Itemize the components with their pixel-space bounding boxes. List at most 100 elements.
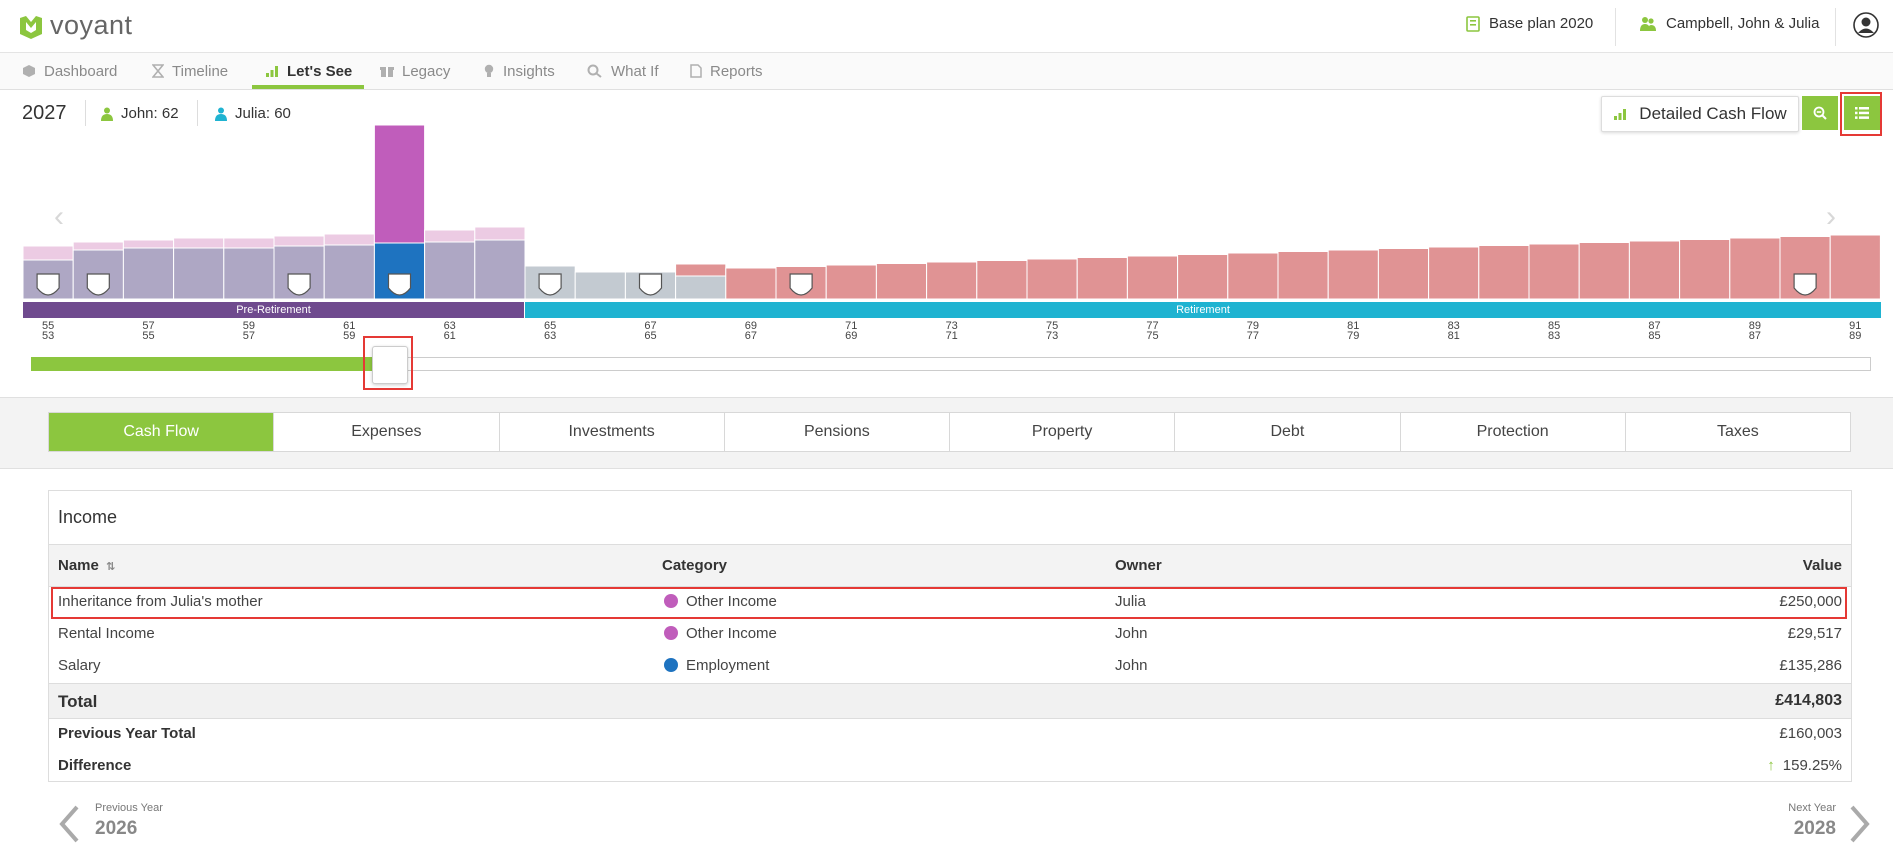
tab-legacy[interactable]: Legacy (380, 53, 450, 89)
chart-bar-shortfall[interactable] (675, 263, 727, 277)
prev-year-label: Previous Year (95, 802, 163, 814)
chart-bar-shortfall[interactable] (1177, 254, 1229, 300)
chart-bar-income[interactable] (323, 244, 375, 300)
col-name-header[interactable]: Name ⇅ (58, 557, 115, 574)
tab-insights[interactable]: Insights (483, 53, 555, 89)
col-category-header[interactable]: Category (662, 557, 727, 574)
tab-label: What If (611, 62, 659, 80)
chart-bar-surplus[interactable] (72, 241, 124, 251)
table-row[interactable]: Salary Employment John £135,286 (49, 650, 1851, 682)
chart-bar-surplus[interactable] (22, 245, 74, 261)
chart-bar-shortfall[interactable] (926, 261, 978, 300)
tab-label: Let's See (287, 62, 353, 80)
age-label: 55 53 (33, 321, 63, 342)
difference-row: Difference ↑ 159.25% (49, 750, 1851, 782)
age-label: 83 81 (1439, 321, 1469, 342)
chart-bar-shortfall[interactable] (1327, 249, 1379, 300)
plan-selector[interactable]: Base plan 2020 (1466, 15, 1593, 32)
chart-bar-shortfall[interactable] (1076, 257, 1128, 300)
category-dot-icon (664, 626, 678, 640)
chevron-right-icon (1850, 805, 1870, 843)
chart-bar-shortfall[interactable] (1377, 248, 1430, 300)
tab-property[interactable]: Property (950, 413, 1176, 451)
chart-bar-surplus[interactable] (323, 233, 375, 246)
tab-pensions[interactable]: Pensions (725, 413, 950, 451)
chart-bar-income[interactable] (474, 239, 526, 300)
age-label: 71 69 (836, 321, 866, 342)
voyant-logo[interactable]: voyant (18, 10, 133, 41)
tab-reports[interactable]: Reports (690, 53, 763, 89)
tab-label: Dashboard (44, 62, 118, 80)
chart-bar-shortfall[interactable] (976, 260, 1028, 300)
chart-bar-income[interactable] (424, 241, 476, 300)
chart-bar-income[interactable] (122, 247, 175, 300)
client-selector[interactable]: Campbell, John & Julia (1639, 15, 1819, 32)
arrow-up-icon: ↑ (1767, 757, 1775, 774)
tab-lets-see[interactable]: Let's See (265, 53, 352, 89)
voyant-logo-icon (20, 15, 42, 39)
chart-bar-shortfall[interactable] (875, 263, 928, 300)
tab-cash-flow[interactable]: Cash Flow (49, 413, 275, 451)
tab-investments[interactable]: Investments (500, 413, 725, 451)
shield-marker-icon[interactable] (1793, 273, 1817, 296)
phase-label: Pre-Retirement (236, 304, 311, 316)
shield-marker-icon[interactable] (387, 273, 412, 296)
col-value-header[interactable]: Value (1803, 557, 1842, 574)
chart-bar-shortfall[interactable] (1679, 239, 1731, 300)
age-label-julia: 69 (845, 330, 858, 342)
bar-chart-icon (266, 66, 278, 77)
age-label: 59 57 (234, 321, 264, 342)
chart-bar-income[interactable] (173, 247, 225, 300)
chart-bar-shortfall[interactable] (1829, 234, 1881, 300)
chart-bar-inheritance[interactable] (373, 124, 426, 244)
chart-bar-surplus[interactable] (273, 235, 325, 247)
shield-marker-icon[interactable] (86, 273, 110, 296)
tab-dashboard[interactable]: Dashboard (22, 53, 117, 89)
chart-bar-shortfall[interactable] (1628, 240, 1681, 300)
age-label: 81 79 (1338, 321, 1368, 342)
tab-label: Insights (503, 62, 555, 80)
age-label: 75 73 (1037, 321, 1067, 342)
chart-bar-shortfall[interactable] (725, 267, 777, 300)
chart-bar-grey[interactable] (675, 275, 727, 300)
difference-label: Difference (58, 757, 132, 774)
chart-bar-shortfall[interactable] (1126, 255, 1179, 300)
chart-bar-surplus[interactable] (474, 226, 526, 241)
tab-protection[interactable]: Protection (1401, 413, 1626, 451)
tab-debt[interactable]: Debt (1175, 413, 1401, 451)
chart-bar-surplus[interactable] (173, 237, 225, 249)
age-label: 87 85 (1640, 321, 1670, 342)
row-owner: John (1115, 657, 1148, 674)
tab-taxes[interactable]: Taxes (1626, 413, 1850, 451)
table-row[interactable]: Rental Income Other Income John £29,517 (49, 618, 1851, 650)
tab-timeline[interactable]: Timeline (152, 53, 228, 89)
chart-bar-shortfall[interactable] (1578, 242, 1630, 300)
shield-marker-icon[interactable] (538, 273, 562, 296)
report-icon (690, 64, 702, 78)
age-label: 57 55 (134, 321, 164, 342)
user-account-button[interactable] (1853, 12, 1879, 43)
chart-bar-shortfall[interactable] (1729, 237, 1781, 300)
shield-marker-icon[interactable] (287, 273, 311, 296)
col-owner-header[interactable]: Owner (1115, 557, 1162, 574)
shield-marker-icon[interactable] (789, 273, 813, 296)
header-divider (1835, 8, 1836, 46)
chart-bar-shortfall[interactable] (1478, 245, 1530, 300)
chart-bar-shortfall[interactable] (1227, 252, 1279, 300)
chart-bar-shortfall[interactable] (1277, 251, 1329, 300)
chart-bar-surplus[interactable] (223, 237, 275, 249)
tab-what-if[interactable]: What If (587, 53, 659, 89)
shield-marker-icon[interactable] (36, 273, 60, 296)
chart-bar-income[interactable] (223, 247, 275, 300)
chart-bar-surplus[interactable] (424, 229, 476, 243)
chart-bar-surplus[interactable] (122, 239, 175, 249)
tab-expenses[interactable]: Expenses (274, 413, 500, 451)
age-label-julia: 73 (1045, 330, 1059, 342)
chart-bar-shortfall[interactable] (1026, 258, 1078, 300)
chart-bar-shortfall[interactable] (1428, 246, 1480, 300)
chart-bar-shortfall[interactable] (1528, 243, 1580, 300)
shield-marker-icon[interactable] (638, 273, 663, 296)
chart-bar-grey[interactable] (574, 271, 626, 300)
age-label-julia: 77 (1246, 330, 1260, 342)
chart-bar-shortfall[interactable] (825, 264, 877, 300)
